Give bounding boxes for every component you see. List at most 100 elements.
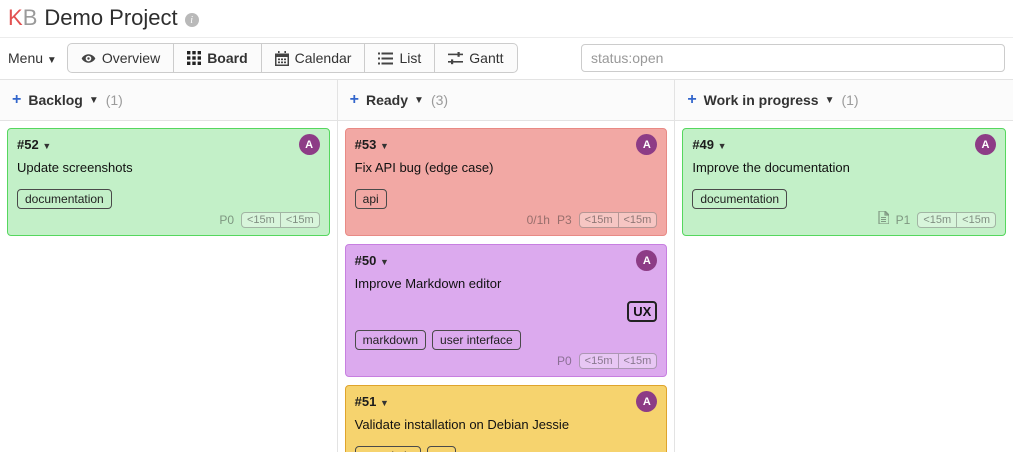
tab-label: List <box>399 50 421 66</box>
gantt-sliders-icon <box>448 52 463 65</box>
priority-label: P3 <box>557 213 572 227</box>
add-task-icon[interactable]: + <box>350 92 359 108</box>
tags-row: sysadmin os <box>355 446 658 452</box>
chevron-down-icon: ▼ <box>380 257 389 267</box>
card-footer: P0 <15m <15m <box>355 352 658 370</box>
logo-letter-k: K <box>8 5 23 30</box>
eye-icon <box>81 51 96 66</box>
task-id-label: #51 <box>355 394 377 409</box>
board-column-headers: + Backlog ▼ (1) + Ready ▼ (3) + Work in … <box>0 79 1013 121</box>
app-logo: KB <box>8 5 37 31</box>
chevron-down-icon: ▼ <box>380 398 389 408</box>
menu-dropdown[interactable]: Menu ▼ <box>8 50 57 66</box>
task-card-51[interactable]: #51 ▼ A Validate installation on Debian … <box>345 385 668 452</box>
task-title: Update screenshots <box>17 160 320 175</box>
card-top-row: #51 ▼ A <box>355 391 658 415</box>
task-id[interactable]: #50 ▼ <box>355 250 389 268</box>
chevron-down-icon: ▼ <box>380 141 389 151</box>
time-box: <15m <box>280 212 320 228</box>
task-count: (1) <box>106 92 123 108</box>
task-card-52[interactable]: #52 ▼ A Update screenshots documentation… <box>7 128 330 236</box>
add-task-icon[interactable]: + <box>12 92 21 108</box>
tags-row: api <box>355 189 658 209</box>
logo-letter-b: B <box>23 5 38 30</box>
add-task-icon[interactable]: + <box>687 92 696 108</box>
task-id-label: #53 <box>355 137 377 152</box>
avatar[interactable]: A <box>636 391 657 412</box>
column-header-backlog: + Backlog ▼ (1) <box>0 80 338 120</box>
column-title[interactable]: Ready <box>366 92 408 108</box>
time-box: <15m <box>917 212 956 228</box>
chevron-down-icon: ▼ <box>42 141 51 151</box>
time-tracking-label: 0/1h <box>527 213 550 227</box>
task-card-50[interactable]: #50 ▼ A Improve Markdown editor UX markd… <box>345 244 668 377</box>
task-card-49[interactable]: #49 ▼ A Improve the documentation docume… <box>682 128 1006 236</box>
task-count: (3) <box>431 92 448 108</box>
card-top-row: #53 ▼ A <box>355 134 658 158</box>
toolbar: Menu ▼ Overview Board Calendar List <box>0 38 1013 79</box>
avatar[interactable]: A <box>975 134 996 155</box>
tab-gantt[interactable]: Gantt <box>434 44 516 72</box>
time-estimate-group: <15m <15m <box>241 212 320 228</box>
avatar[interactable]: A <box>299 134 320 155</box>
column-title[interactable]: Backlog <box>28 92 82 108</box>
calendar-icon <box>275 51 289 66</box>
task-id-label: #52 <box>17 137 39 152</box>
column-ready: #53 ▼ A Fix API bug (edge case) api 0/1h… <box>338 121 676 452</box>
task-title: Validate installation on Debian Jessie <box>355 417 658 432</box>
card-footer: P1 <15m <15m <box>692 211 996 229</box>
priority-label: P1 <box>896 213 911 227</box>
chevron-down-icon[interactable]: ▼ <box>89 95 99 106</box>
tab-board[interactable]: Board <box>173 44 260 72</box>
category-badge-row: UX <box>355 301 658 322</box>
chevron-down-icon: ▼ <box>718 141 727 151</box>
column-header-ready: + Ready ▼ (3) <box>338 80 676 120</box>
info-icon[interactable]: i <box>185 13 199 27</box>
time-box: <15m <box>956 212 996 228</box>
task-title: Fix API bug (edge case) <box>355 160 658 175</box>
tag: documentation <box>692 189 787 209</box>
search-input[interactable] <box>581 44 1005 72</box>
chevron-down-icon[interactable]: ▼ <box>414 95 424 106</box>
tag: markdown <box>355 330 426 350</box>
avatar[interactable]: A <box>636 134 657 155</box>
tag: api <box>355 189 387 209</box>
description-icon <box>878 211 889 229</box>
task-id[interactable]: #52 ▼ <box>17 134 51 152</box>
chevron-down-icon[interactable]: ▼ <box>825 95 835 106</box>
column-title[interactable]: Work in progress <box>704 92 819 108</box>
tab-overview[interactable]: Overview <box>68 44 173 72</box>
tags-row: documentation <box>692 189 996 209</box>
time-box: <15m <box>579 353 618 369</box>
task-card-53[interactable]: #53 ▼ A Fix API bug (edge case) api 0/1h… <box>345 128 668 236</box>
card-footer: P0 <15m <15m <box>17 211 320 229</box>
task-id[interactable]: #49 ▼ <box>692 134 726 152</box>
priority-label: P0 <box>219 213 234 227</box>
time-box: <15m <box>618 353 658 369</box>
task-count: (1) <box>841 92 858 108</box>
tab-calendar[interactable]: Calendar <box>261 44 365 72</box>
tab-label: Board <box>207 50 247 66</box>
task-id-label: #49 <box>692 137 714 152</box>
tab-list[interactable]: List <box>364 44 434 72</box>
time-estimate-group: <15m <15m <box>917 212 996 228</box>
view-switcher: Overview Board Calendar List Gantt <box>67 43 518 73</box>
card-footer: 0/1h P3 <15m <15m <box>355 211 658 229</box>
page-title: KB Demo Project i <box>8 5 1005 31</box>
avatar[interactable]: A <box>636 250 657 271</box>
category-badge: UX <box>627 301 657 322</box>
tag: user interface <box>432 330 521 350</box>
task-id-label: #50 <box>355 253 377 268</box>
project-title: Demo Project <box>44 5 177 31</box>
task-id[interactable]: #53 ▼ <box>355 134 389 152</box>
tag: sysadmin <box>355 446 422 452</box>
time-estimate-group: <15m <15m <box>579 212 658 228</box>
card-top-row: #49 ▼ A <box>692 134 996 158</box>
task-id[interactable]: #51 ▼ <box>355 391 389 409</box>
board: #52 ▼ A Update screenshots documentation… <box>0 121 1013 452</box>
column-work-in-progress: #49 ▼ A Improve the documentation docume… <box>675 121 1013 452</box>
tags-row: markdown user interface <box>355 330 658 350</box>
time-box: <15m <box>618 212 658 228</box>
time-box: <15m <box>241 212 280 228</box>
card-top-row: #50 ▼ A <box>355 250 658 274</box>
